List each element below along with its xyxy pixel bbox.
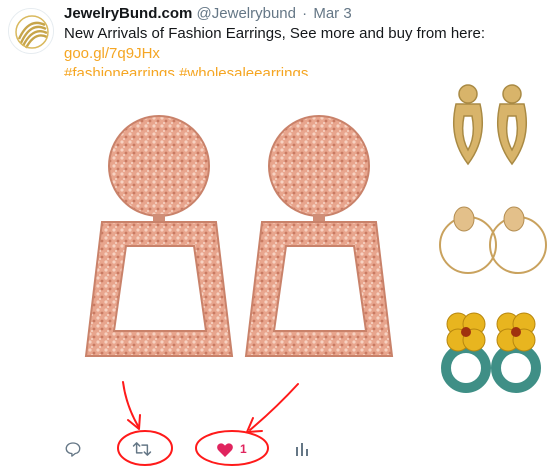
flower-earrings-photo[interactable] (426, 294, 554, 400)
left-earring (84, 115, 234, 357)
rose-gold-earrings-photo[interactable] (64, 76, 419, 400)
separator-dot: · (302, 5, 308, 22)
retweet-icon (132, 442, 152, 456)
like-arrow-head (246, 417, 263, 433)
tweet-header: JewelryBund.com @Jewelrybund · Mar 3 (64, 4, 550, 23)
reply-icon (65, 442, 81, 457)
tweet-actions: 1 (64, 434, 364, 464)
retweet-arrow-head (127, 414, 141, 430)
heart-icon (217, 442, 233, 457)
jewelrybund-logo (9, 9, 53, 53)
gold-drop-earrings-photo[interactable] (426, 76, 554, 182)
analytics-icon (296, 443, 308, 456)
like-button[interactable]: 1 (216, 434, 247, 464)
retweet-button[interactable] (132, 434, 152, 464)
tweet-text: New Arrivals of Fashion Earrings, See mo… (64, 24, 550, 84)
tweet-media[interactable] (64, 76, 554, 400)
like-count: 1 (240, 442, 247, 456)
tweet-body: New Arrivals of Fashion Earrings, See mo… (64, 25, 486, 42)
right-earring (244, 115, 394, 357)
tweet-link[interactable]: goo.gl/7q9JHx (64, 45, 160, 62)
gold-hoop-earrings-photo[interactable] (426, 185, 554, 291)
analytics-button[interactable] (294, 434, 310, 464)
avatar[interactable] (8, 8, 54, 54)
tweet-date[interactable]: Mar 3 (313, 5, 351, 22)
display-name[interactable]: JewelryBund.com (64, 5, 192, 22)
reply-button[interactable] (64, 434, 82, 464)
user-handle[interactable]: @Jewelrybund (197, 5, 296, 22)
